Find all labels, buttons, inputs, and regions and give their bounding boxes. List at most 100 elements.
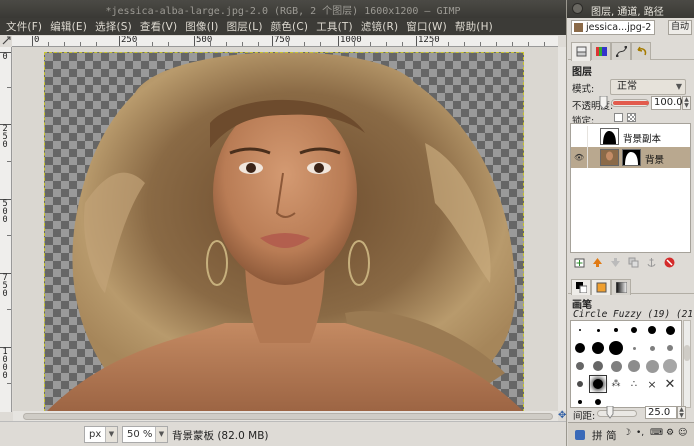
brush-item[interactable]: [571, 357, 589, 375]
tab-channels[interactable]: [591, 42, 611, 60]
punctuation-icon[interactable]: •,: [636, 428, 644, 438]
brush-item[interactable]: [625, 321, 643, 339]
lock-pixels-checkbox[interactable]: [614, 113, 623, 122]
spacing-spin-button[interactable]: ▲ ▼: [677, 406, 686, 419]
tab-undo[interactable]: [631, 42, 651, 60]
brush-item[interactable]: [589, 393, 607, 407]
menu-filters[interactable]: 滤镜(R): [357, 19, 403, 34]
vertical-ruler[interactable]: 0 250 500 750 1000: [0, 47, 12, 412]
menu-edit[interactable]: 编辑(E): [46, 19, 91, 34]
brush-item[interactable]: [661, 357, 679, 375]
horizontal-scrollbar[interactable]: [13, 411, 558, 421]
brush-item[interactable]: [661, 339, 679, 357]
input-method-icon[interactable]: [574, 429, 586, 441]
tab-layers[interactable]: [571, 42, 591, 61]
portrait-photo: [47, 53, 523, 411]
brush-item[interactable]: ×: [643, 375, 661, 393]
brush-item-selected[interactable]: [589, 375, 607, 393]
brush-item[interactable]: ⁂: [607, 375, 625, 393]
tab-brushes[interactable]: [591, 279, 611, 295]
tab-paths[interactable]: [611, 42, 631, 60]
menu-select[interactable]: 选择(S): [91, 19, 136, 34]
raise-layer-icon[interactable]: [592, 257, 603, 268]
brush-item[interactable]: ∴: [625, 375, 643, 393]
brush-item[interactable]: [571, 393, 589, 407]
tray-item-jian[interactable]: 简: [606, 428, 617, 443]
moon-icon[interactable]: ☽: [623, 428, 631, 438]
brush-item[interactable]: [571, 321, 589, 339]
image-canvas[interactable]: [44, 52, 524, 411]
anchor-layer-icon[interactable]: [646, 257, 657, 268]
brush-item[interactable]: ✕: [661, 375, 679, 393]
brush-scroll-thumb[interactable]: [684, 345, 690, 361]
canvas-area[interactable]: [13, 47, 558, 411]
navigate-icon[interactable]: ✥: [558, 411, 566, 421]
brush-item[interactable]: [607, 321, 625, 339]
zoom-select[interactable]: 50 % ▼: [122, 426, 168, 443]
tab-fg-bg[interactable]: [571, 279, 591, 295]
spacing-slider[interactable]: [597, 410, 637, 417]
menu-tools[interactable]: 工具(T): [312, 19, 357, 34]
lower-layer-icon[interactable]: [610, 257, 621, 268]
brush-grid[interactable]: ⁂ ∴ × ✕: [570, 320, 682, 408]
brush-item[interactable]: [589, 339, 607, 357]
unit-select[interactable]: px ▼: [84, 426, 118, 443]
brush-scrollbar[interactable]: [683, 320, 691, 408]
menu-windows[interactable]: 窗口(W): [402, 19, 451, 34]
opacity-slider-handle[interactable]: [599, 96, 608, 110]
dock-title-bar[interactable]: 图层, 通道, 路径: [567, 0, 694, 18]
image-selector-label: jessica...jpg-2: [586, 22, 652, 33]
brush-item[interactable]: [643, 339, 661, 357]
title-bar[interactable]: *jessica-alba-large.jpg-2.0 (RGB, 2 个图层)…: [0, 0, 566, 18]
close-icon[interactable]: [572, 3, 583, 14]
brush-item[interactable]: [625, 339, 643, 357]
menu-file[interactable]: 文件(F): [2, 19, 46, 34]
tab-gradients[interactable]: [611, 279, 631, 295]
horizontal-ruler[interactable]: 0 250 500 750 1000 1250: [12, 36, 558, 47]
brush-item[interactable]: [643, 321, 661, 339]
menu-view[interactable]: 查看(V): [136, 19, 181, 34]
brush-item[interactable]: [571, 339, 589, 357]
brush-item[interactable]: [607, 339, 625, 357]
menu-layer[interactable]: 图层(L): [223, 19, 267, 34]
layer-mask-thumbnail[interactable]: [622, 149, 641, 166]
opacity-slider[interactable]: [611, 99, 649, 107]
mode-select[interactable]: 正常 ▼: [610, 79, 686, 95]
delete-layer-icon[interactable]: [664, 257, 675, 268]
menu-help[interactable]: 帮助(H): [451, 19, 497, 34]
brush-item[interactable]: [661, 321, 679, 339]
lock-alpha-checkbox[interactable]: [627, 113, 636, 122]
auto-button[interactable]: 自动: [668, 20, 692, 35]
layer-row-selected[interactable]: 👁 背景: [571, 147, 690, 168]
tray-item-pin[interactable]: 拼: [592, 428, 603, 443]
chain-toggle[interactable]: [587, 147, 597, 168]
brush-item[interactable]: [589, 357, 607, 375]
quick-mask-corner-icon[interactable]: [2, 36, 11, 45]
brush-item[interactable]: [643, 357, 661, 375]
settings-icon[interactable]: ⚙: [666, 428, 674, 438]
menu-colors[interactable]: 颜色(C): [267, 19, 313, 34]
brush-item[interactable]: [607, 357, 625, 375]
opacity-slider-fill: [613, 101, 649, 105]
brush-item[interactable]: [589, 321, 607, 339]
user-icon[interactable]: ☺: [678, 428, 687, 438]
eye-icon[interactable]: 👁: [574, 153, 584, 162]
horizontal-scroll-thumb[interactable]: [23, 413, 553, 420]
spacing-input[interactable]: 25.0: [645, 406, 677, 419]
opacity-input[interactable]: 100.0: [651, 96, 683, 110]
duplicate-layer-icon[interactable]: [628, 257, 639, 268]
brush-item[interactable]: [625, 357, 643, 375]
brush-item[interactable]: [571, 375, 589, 393]
layer-row[interactable]: 背景副本: [571, 126, 690, 147]
spacing-slider-handle[interactable]: [606, 406, 614, 419]
visibility-toggle[interactable]: [574, 132, 583, 141]
layer-buttons: [570, 255, 691, 272]
chain-toggle[interactable]: [587, 126, 597, 147]
dock-tabs: [568, 40, 694, 61]
keyboard-icon[interactable]: ⌨: [650, 428, 663, 438]
image-selector[interactable]: jessica...jpg-2: [571, 20, 655, 35]
new-layer-icon[interactable]: [574, 257, 585, 268]
vertical-scrollbar[interactable]: [558, 47, 566, 411]
opacity-spin-button[interactable]: ▲ ▼: [682, 96, 691, 110]
menu-image[interactable]: 图像(I): [181, 19, 222, 34]
